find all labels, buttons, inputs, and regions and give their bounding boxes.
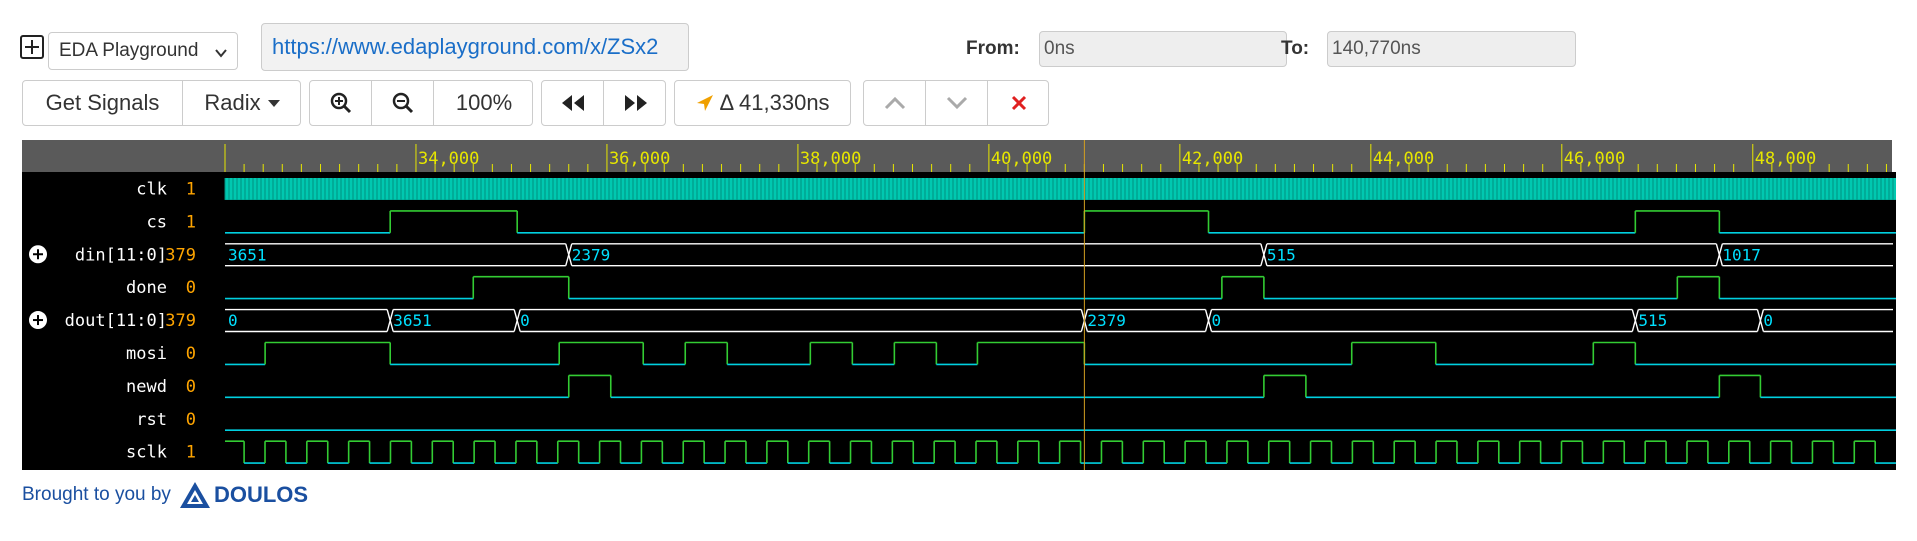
signal-value: 0 bbox=[186, 377, 196, 397]
signal-value: 1 bbox=[186, 443, 196, 463]
signal-name: newd bbox=[126, 377, 167, 397]
signal-value: 1 bbox=[186, 179, 196, 199]
from-label: From: bbox=[966, 38, 1020, 59]
expand-panel-button[interactable] bbox=[20, 35, 44, 59]
ruler-label: 36,000 bbox=[609, 149, 670, 169]
next-marker-button[interactable] bbox=[926, 81, 988, 125]
rewind-button[interactable] bbox=[542, 81, 604, 125]
time-ruler[interactable]: 34,000 36,000 38,000 40,000 42,000 44,000 46,0… bbox=[22, 140, 1896, 172]
signal-name: clk bbox=[136, 179, 167, 199]
doulos-logo-icon bbox=[179, 482, 210, 508]
signal-row-clk[interactable]: clk 1 bbox=[136, 178, 1896, 200]
zoom-in-button[interactable] bbox=[310, 81, 372, 125]
close-icon bbox=[1011, 95, 1027, 111]
signal-name: dout[11:0] bbox=[65, 311, 167, 331]
ruler-label: 48,000 bbox=[1755, 149, 1816, 169]
ruler-label: 46,000 bbox=[1564, 149, 1625, 169]
expand-bus-button[interactable] bbox=[29, 311, 47, 330]
bus-value: 0 bbox=[1212, 311, 1222, 330]
signals-group: Get Signals Radix bbox=[22, 80, 301, 126]
ruler-label: 34,000 bbox=[418, 149, 479, 169]
to-label: To: bbox=[1281, 38, 1310, 59]
get-signals-button[interactable]: Get Signals bbox=[23, 81, 183, 125]
expand-bus-button[interactable] bbox=[29, 245, 47, 264]
url-field[interactable]: https://www.edaplayground.com/x/ZSx2 bbox=[261, 23, 689, 71]
signal-value: 1 bbox=[186, 212, 196, 232]
plus-square-icon bbox=[25, 40, 39, 54]
marker-group bbox=[863, 80, 1049, 126]
signal-name: sclk bbox=[126, 443, 167, 463]
zoom-group: 100% bbox=[309, 80, 533, 126]
bus-value: 515 bbox=[1638, 311, 1667, 330]
ruler-label: 38,000 bbox=[800, 149, 861, 169]
chevron-down-icon bbox=[946, 96, 967, 110]
from-input[interactable]: 0ns bbox=[1039, 31, 1287, 67]
signal-name: done bbox=[126, 278, 167, 298]
ruler-label: 42,000 bbox=[1182, 149, 1243, 169]
ruler-label: 44,000 bbox=[1373, 149, 1434, 169]
zoom-in-icon bbox=[330, 92, 351, 114]
forward-icon bbox=[624, 95, 647, 111]
bus-value: 2379 bbox=[1087, 311, 1126, 330]
zoom-out-button[interactable] bbox=[372, 81, 434, 125]
to-input[interactable]: 140,770ns bbox=[1327, 31, 1576, 67]
site-select[interactable]: EDA Playground bbox=[48, 32, 238, 70]
chevron-down-icon bbox=[215, 49, 227, 58]
signal-value: 379 bbox=[165, 245, 196, 265]
radix-label: Radix bbox=[204, 90, 261, 115]
chevron-up-icon bbox=[884, 96, 905, 110]
bus-value: 515 bbox=[1267, 245, 1296, 264]
signal-name: din[11:0] bbox=[75, 245, 167, 265]
signal-value: 0 bbox=[186, 410, 196, 430]
signal-value: 0 bbox=[186, 344, 196, 364]
signal-name: rst bbox=[136, 410, 167, 430]
get-signals-label: Get Signals bbox=[45, 90, 160, 115]
previous-marker-button[interactable] bbox=[864, 81, 926, 125]
doulos-logo[interactable]: DOULOS bbox=[179, 481, 308, 509]
footer: Brought to you by DOULOS bbox=[22, 481, 308, 509]
waveform-viewer[interactable]: 34,000 36,000 38,000 40,000 42,000 44,000 46,0… bbox=[22, 140, 1896, 470]
bus-value: 0 bbox=[228, 311, 238, 330]
signal-value: 379 bbox=[165, 311, 196, 331]
bus-value: 3651 bbox=[228, 245, 267, 264]
zoom-level: 100% bbox=[434, 81, 532, 125]
brought-by-text: Brought to you by bbox=[22, 484, 171, 505]
caret-down-icon bbox=[267, 100, 280, 107]
url-text: https://www.edaplayground.com/x/ZSx2 bbox=[272, 34, 659, 59]
signal-name: cs bbox=[147, 212, 167, 232]
ruler-label: 40,000 bbox=[991, 149, 1052, 169]
signal-name: mosi bbox=[126, 344, 167, 364]
site-select-label: EDA Playground bbox=[59, 40, 199, 61]
zoom-level-text: 100% bbox=[455, 90, 513, 115]
bus-value: 1017 bbox=[1722, 245, 1761, 264]
backward-icon bbox=[561, 95, 584, 111]
bus-value: 2379 bbox=[572, 245, 611, 264]
delta-display[interactable]: Δ 41,330ns bbox=[674, 80, 851, 126]
ruler-end-marker bbox=[1892, 140, 1896, 172]
clear-marker-button[interactable] bbox=[988, 81, 1048, 125]
bus-value: 0 bbox=[1763, 311, 1773, 330]
bus-value: 0 bbox=[520, 311, 530, 330]
zoom-out-icon bbox=[392, 92, 413, 114]
forward-button[interactable] bbox=[604, 81, 665, 125]
bus-value: 3651 bbox=[393, 311, 432, 330]
location-arrow-icon bbox=[697, 95, 714, 111]
delta-text: Δ 41,330ns bbox=[719, 90, 830, 115]
nav-group bbox=[541, 80, 666, 126]
brand-name: DOULOS bbox=[213, 482, 309, 507]
radix-button[interactable]: Radix bbox=[183, 81, 300, 125]
signal-value: 0 bbox=[186, 278, 196, 298]
